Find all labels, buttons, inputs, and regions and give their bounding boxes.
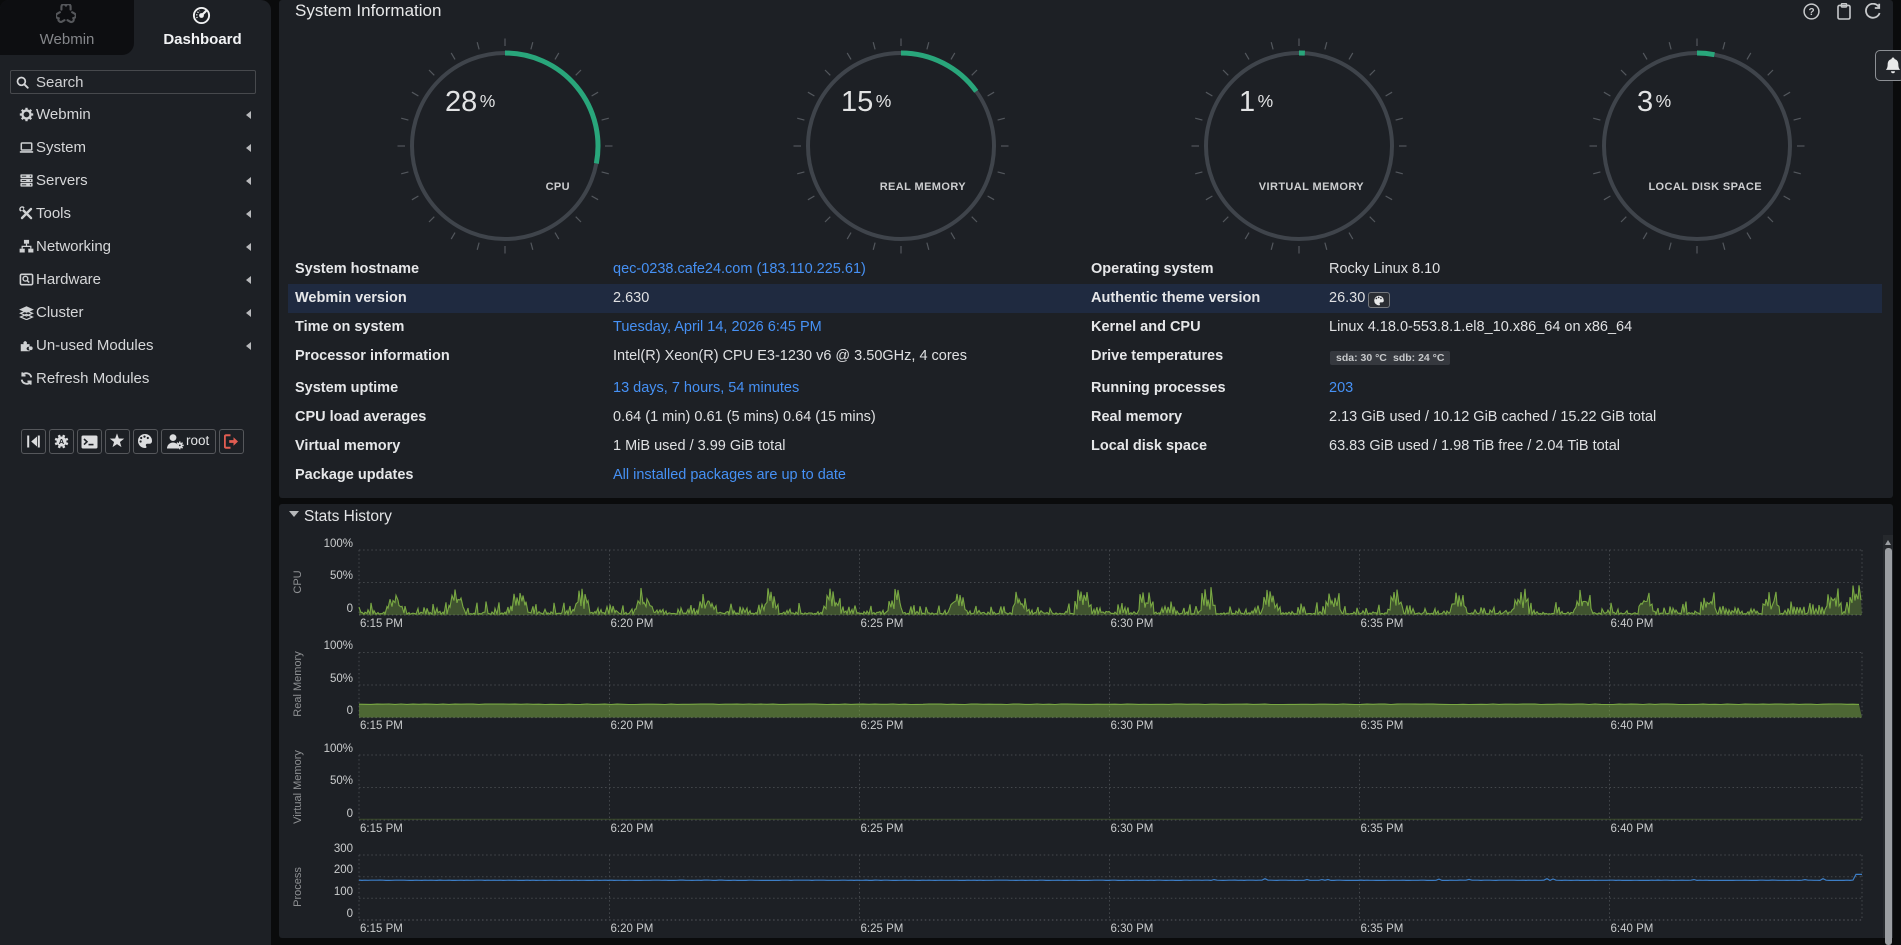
svg-text:A: A	[59, 437, 65, 446]
svg-text:?: ?	[1808, 7, 1814, 18]
